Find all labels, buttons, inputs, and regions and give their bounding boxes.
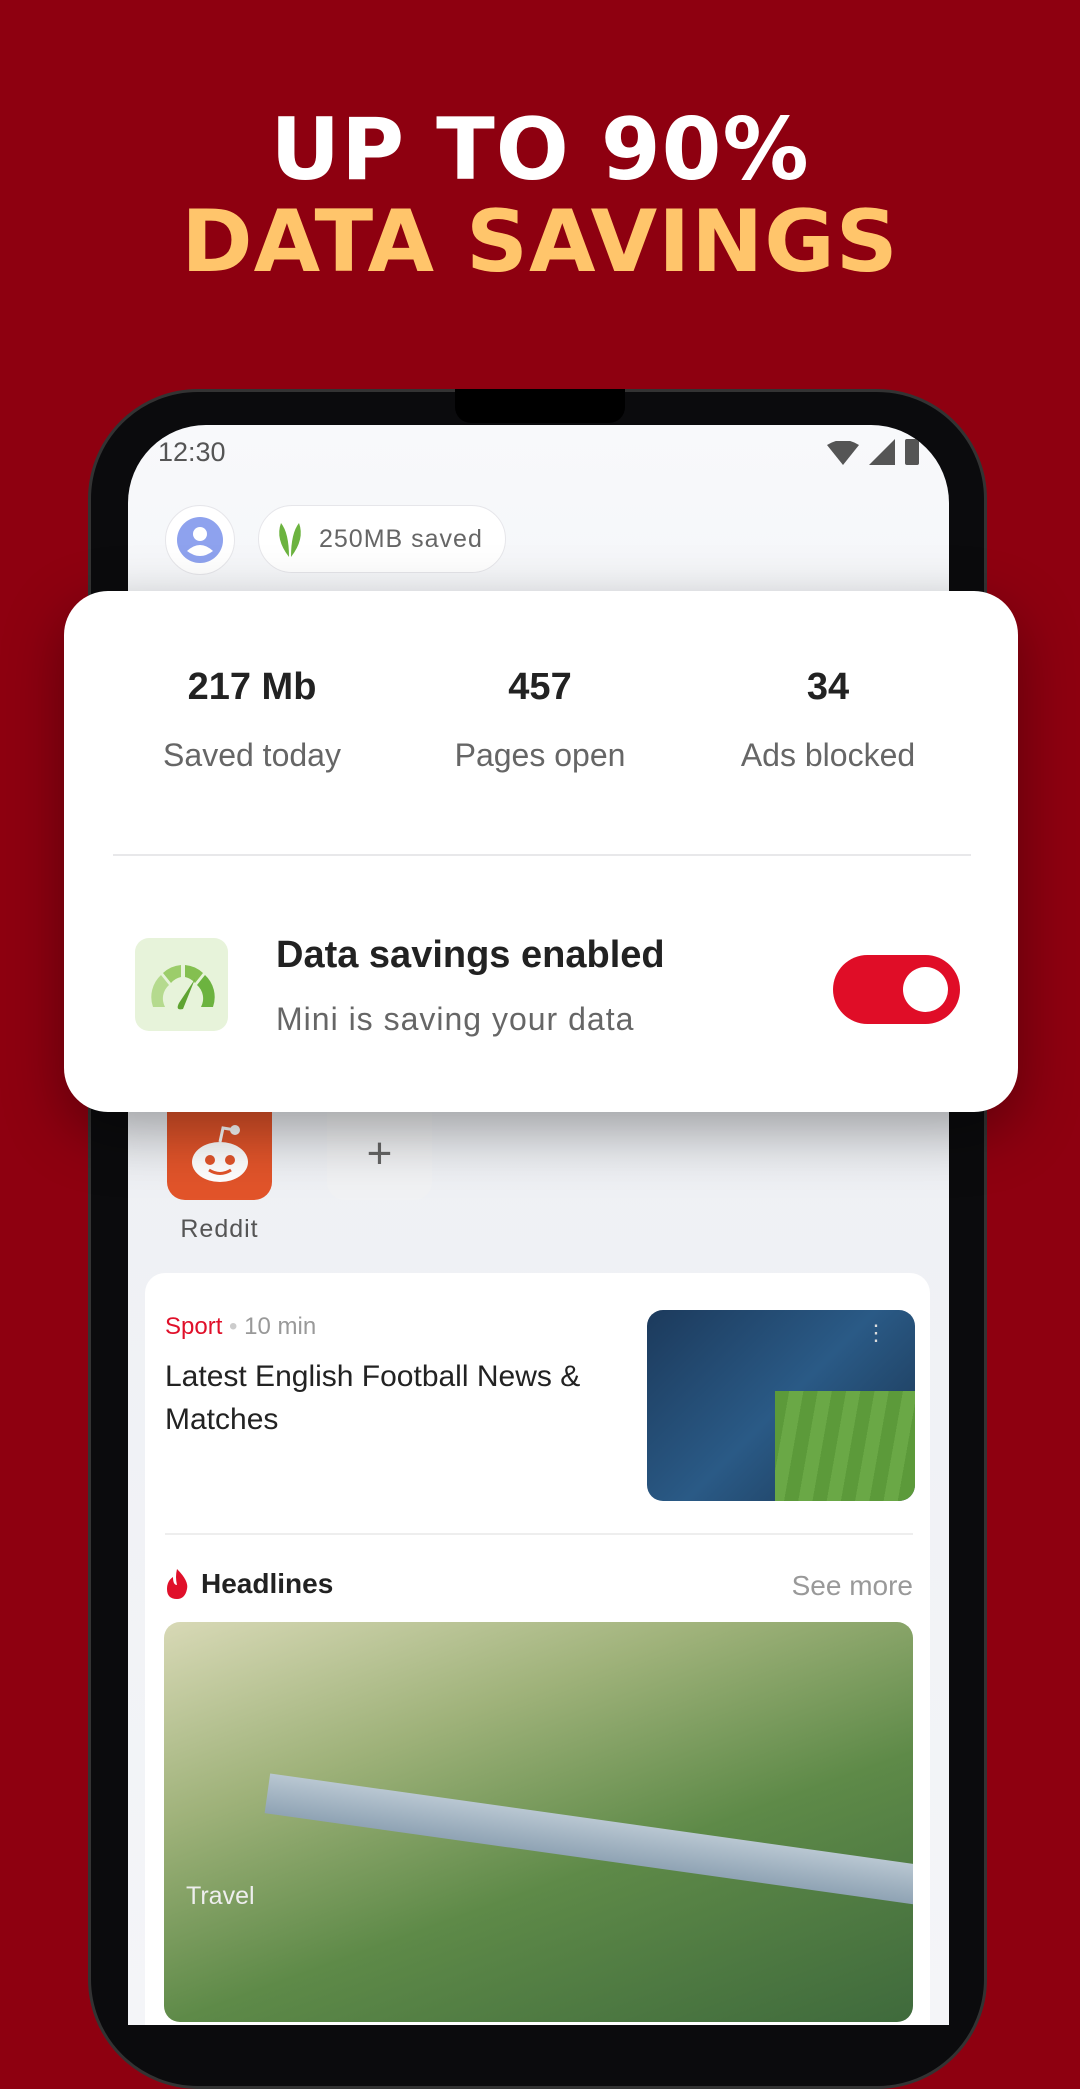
article-title[interactable]: Latest English Football News & Matches bbox=[165, 1355, 625, 1441]
speedometer-icon bbox=[150, 964, 215, 1009]
article-thumbnail[interactable]: ⋮ bbox=[647, 1310, 915, 1501]
data-savings-subtitle: Mini is saving your data bbox=[276, 1001, 635, 1037]
headline-line-2: DATA SAVINGS bbox=[181, 192, 899, 292]
stat-label: Saved today bbox=[163, 737, 341, 773]
more-options-icon[interactable]: ⋮ bbox=[865, 1322, 887, 1344]
data-savings-card: 217 Mb Saved today 457 Pages open 34 Ads… bbox=[64, 591, 1018, 1112]
divider bbox=[165, 1533, 913, 1535]
stat-value: 457 bbox=[508, 666, 572, 708]
signal-icon bbox=[869, 439, 895, 465]
user-icon bbox=[177, 517, 223, 563]
stat-value: 34 bbox=[806, 666, 850, 708]
battery-icon bbox=[905, 439, 919, 465]
data-saved-pill[interactable]: 250MB saved bbox=[258, 505, 506, 573]
toggle-knob bbox=[903, 967, 948, 1012]
article-age: 10 min bbox=[244, 1313, 317, 1340]
article-category[interactable]: Sport bbox=[165, 1313, 222, 1340]
stat-label: Ads blocked bbox=[740, 737, 916, 773]
stat-ads-blocked: 34 Ads blocked bbox=[678, 666, 978, 774]
stat-saved-today: 217 Mb Saved today bbox=[102, 666, 402, 774]
speed-dial-reddit[interactable] bbox=[167, 1108, 272, 1200]
stat-pages-open: 457 Pages open bbox=[390, 666, 690, 774]
divider bbox=[113, 854, 971, 856]
stat-label: Pages open bbox=[454, 737, 626, 773]
status-icons bbox=[827, 439, 919, 465]
phone-notch bbox=[455, 389, 625, 423]
headline-image[interactable]: Travel bbox=[164, 1622, 913, 2022]
stat-value: 217 Mb bbox=[187, 666, 317, 708]
see-more-link[interactable]: See more bbox=[792, 1570, 913, 1602]
wifi-icon bbox=[827, 441, 859, 465]
status-time: 12:30 bbox=[158, 437, 226, 467]
meta-separator: • bbox=[229, 1313, 238, 1340]
plus-icon: + bbox=[366, 1129, 393, 1178]
leaf-icon bbox=[279, 523, 301, 557]
news-feed: Sport • 10 min Latest English Football N… bbox=[145, 1273, 930, 2025]
profile-button[interactable] bbox=[165, 505, 235, 575]
train-graphic bbox=[264, 1773, 913, 1911]
pitch-graphic bbox=[775, 1391, 915, 1501]
data-savings-toggle[interactable] bbox=[833, 955, 960, 1024]
headline-line-1: UP TO 90% bbox=[270, 100, 810, 200]
fire-icon bbox=[167, 1569, 188, 1599]
speedometer-icon-box bbox=[135, 938, 228, 1031]
speed-dial-label: Reddit bbox=[180, 1215, 259, 1243]
add-speed-dial-button[interactable]: + bbox=[327, 1108, 432, 1200]
data-savings-title: Data savings enabled bbox=[276, 934, 665, 976]
data-saved-text: 250MB saved bbox=[319, 524, 483, 553]
headlines-header: Headlines bbox=[165, 1568, 333, 1600]
headline-category: Travel bbox=[186, 1882, 255, 1910]
article-meta: Sport • 10 min bbox=[165, 1313, 316, 1341]
reddit-icon bbox=[191, 1125, 248, 1182]
headlines-title: Headlines bbox=[201, 1568, 334, 1599]
